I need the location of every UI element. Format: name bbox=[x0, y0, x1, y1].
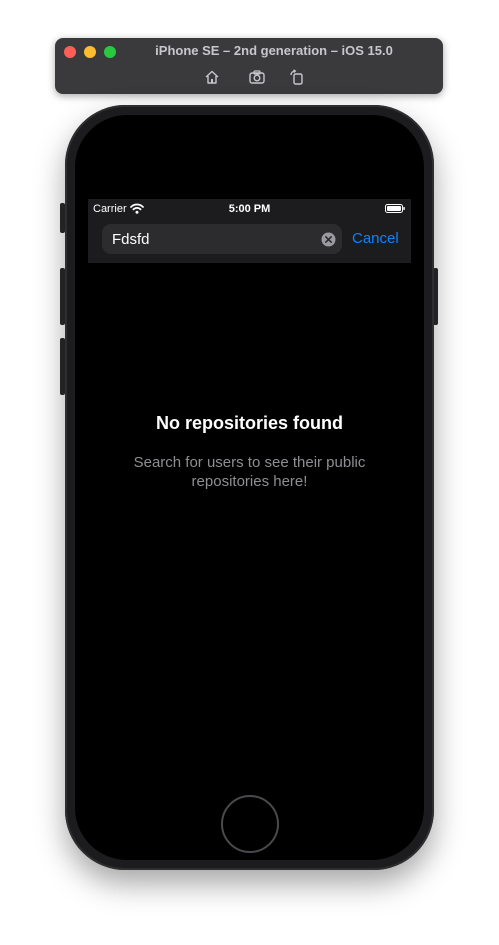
battery-icon bbox=[385, 204, 405, 213]
clear-search-icon[interactable] bbox=[321, 232, 336, 247]
screen: Carrier 5:00 PM Cancel No repositories f… bbox=[88, 199, 411, 779]
empty-state-title: No repositories found bbox=[155, 413, 343, 433]
search-input[interactable] bbox=[102, 224, 342, 254]
search-bar: Cancel bbox=[88, 219, 411, 263]
rotate-icon[interactable] bbox=[288, 68, 306, 86]
cancel-button[interactable]: Cancel bbox=[352, 230, 399, 247]
simulator-title-bar: iPhone SE – 2nd generation – iOS 15.0 bbox=[55, 38, 443, 94]
status-bar: Carrier 5:00 PM bbox=[88, 199, 411, 219]
simulator-title: iPhone SE – 2nd generation – iOS 15.0 bbox=[155, 43, 393, 58]
screenshot-icon[interactable] bbox=[248, 68, 266, 86]
status-time: 5:00 PM bbox=[228, 203, 271, 215]
minimize-window-button[interactable] bbox=[84, 46, 96, 58]
close-window-button[interactable] bbox=[64, 46, 76, 58]
home-icon[interactable] bbox=[203, 68, 221, 86]
empty-state-message: Search for users to see their public rep… bbox=[133, 454, 366, 490]
home-button[interactable] bbox=[221, 795, 279, 853]
stage: iPhone SE – 2nd generation – iOS 15.0 Ca… bbox=[0, 0, 499, 945]
